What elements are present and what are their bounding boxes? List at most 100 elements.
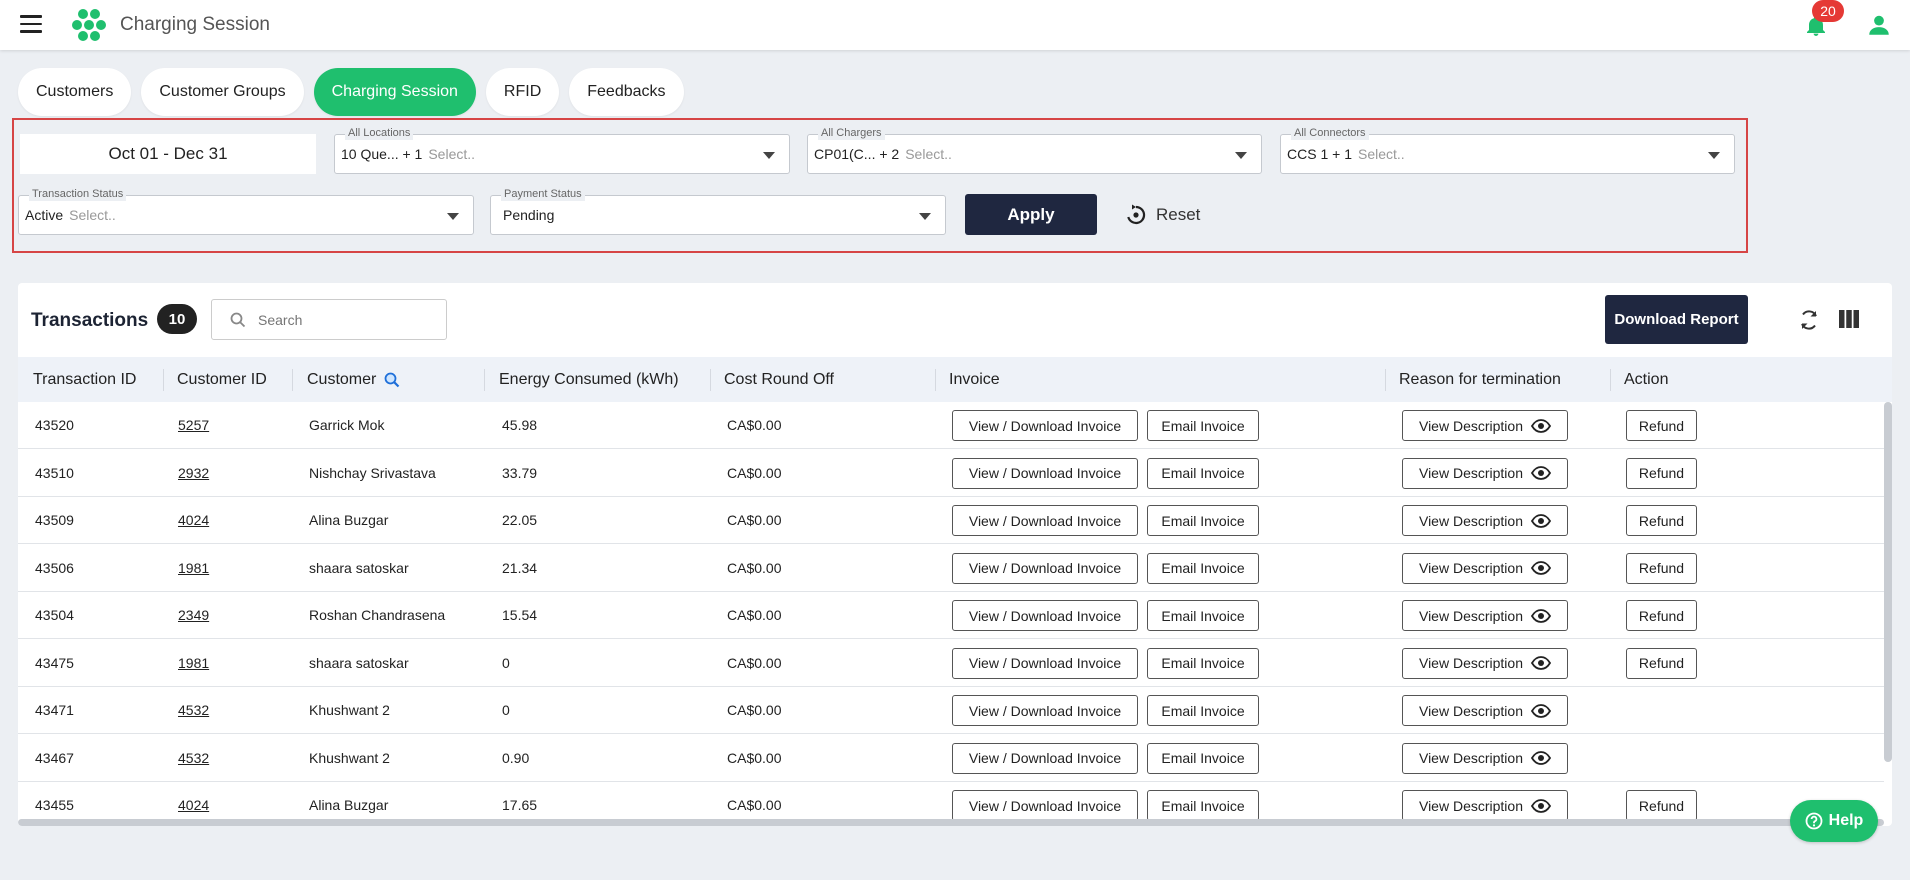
view-description-label: View Description (1418, 797, 1523, 814)
column-divider (710, 369, 711, 391)
energy-cell: 0.90 (502, 749, 530, 766)
transaction-id-cell: 43520 (35, 417, 74, 433)
customer-id-link[interactable]: 4532 (178, 735, 209, 782)
download-report-button[interactable]: Download Report (1605, 295, 1748, 344)
view-download-invoice-button[interactable]: View / Download Invoice (952, 742, 1138, 774)
date-range-picker[interactable]: Oct 01 - Dec 31 (20, 134, 316, 174)
table-row: 43506 1981 shaara satoskar 21.34 CA$0.00 View… (18, 545, 1884, 592)
customer-id-link[interactable]: 2932 (178, 450, 209, 497)
tab-customers[interactable]: Customers (18, 68, 132, 116)
column-divider (1385, 369, 1386, 391)
cost-cell: CA$0.00 (727, 512, 782, 528)
view-download-invoice-button[interactable]: View / Download Invoice (952, 790, 1138, 821)
view-description-button[interactable]: View Description (1402, 600, 1568, 631)
table-row: 43520 5257 Garrick Mok 45.98 CA$0.00 View / D… (18, 402, 1884, 449)
customer-id-link[interactable]: 4532 (178, 687, 209, 734)
transaction-status-label: Transaction Status (29, 188, 127, 201)
email-invoice-button[interactable]: Email Invoice (1147, 457, 1259, 489)
vertical-scrollbar[interactable] (1884, 402, 1892, 762)
refund-button[interactable]: Refund (1626, 600, 1697, 631)
customer-id-link[interactable]: 4024 (178, 497, 209, 544)
email-invoice-button[interactable]: Email Invoice (1147, 695, 1259, 726)
search-input[interactable] (258, 309, 438, 331)
connectors-select[interactable]: All Connectors CCS 1 + 1 Select.. (1280, 127, 1735, 174)
email-invoice-button[interactable]: Email Invoice (1147, 410, 1259, 441)
view-download-invoice-button[interactable]: View / Download Invoice (952, 695, 1138, 726)
tab-rfid[interactable]: RFID (485, 68, 560, 116)
view-download-invoice-button[interactable]: View / Download Invoice (952, 457, 1138, 489)
locations-select[interactable]: All Locations 10 Que... + 1 Select.. (334, 127, 790, 174)
table-header: Transaction ID Customer ID Customer Ener… (18, 357, 1892, 402)
reset-icon (1127, 204, 1146, 225)
view-download-invoice-button[interactable]: View / Download Invoice (952, 410, 1138, 441)
view-download-invoice-button[interactable]: View / Download Invoice (952, 600, 1138, 631)
refund-button[interactable]: Refund (1626, 647, 1697, 679)
column-header-cost[interactable]: Cost Round Off (724, 357, 834, 402)
transaction-status-select[interactable]: Transaction Status Active Select.. (18, 188, 474, 235)
help-button[interactable]: Help (1790, 800, 1878, 842)
refund-button[interactable]: Refund (1626, 505, 1697, 536)
refund-button[interactable]: Refund (1626, 552, 1697, 584)
horizontal-scrollbar[interactable] (18, 819, 1884, 826)
menu-icon[interactable] (20, 15, 42, 33)
locations-value: 10 Que... + 1 Select.. (341, 146, 476, 162)
view-download-invoice-button[interactable]: View / Download Invoice (952, 647, 1138, 679)
chevron-down-icon (919, 213, 931, 220)
refund-button[interactable]: Refund (1626, 790, 1697, 821)
columns-icon[interactable] (1839, 310, 1859, 328)
view-description-button[interactable]: View Description (1402, 742, 1568, 774)
customer-id-link[interactable]: 5257 (178, 402, 209, 449)
column-header-transaction-id[interactable]: Transaction ID (33, 357, 136, 402)
email-invoice-button[interactable]: Email Invoice (1147, 552, 1259, 584)
tab-customer-groups[interactable]: Customer Groups (141, 68, 304, 116)
view-download-invoice-button[interactable]: View / Download Invoice (952, 552, 1138, 584)
email-invoice-button[interactable]: Email Invoice (1147, 790, 1259, 821)
tab-feedbacks[interactable]: Feedbacks (569, 68, 684, 116)
customer-id-link[interactable]: 1981 (178, 545, 209, 592)
view-description-button[interactable]: View Description (1402, 790, 1568, 821)
column-divider (484, 369, 485, 391)
apply-button[interactable]: Apply (965, 194, 1097, 235)
email-invoice-button[interactable]: Email Invoice (1147, 505, 1259, 536)
email-invoice-button[interactable]: Email Invoice (1147, 600, 1259, 631)
chevron-down-icon (447, 213, 459, 220)
email-invoice-button[interactable]: Email Invoice (1147, 647, 1259, 679)
transaction-id-cell: 43506 (35, 559, 74, 576)
view-description-button[interactable]: View Description (1402, 505, 1568, 536)
reset-button[interactable]: Reset (1124, 200, 1200, 230)
column-header-action[interactable]: Action (1624, 357, 1668, 402)
refund-button[interactable]: Refund (1626, 410, 1697, 441)
chargers-select[interactable]: All Chargers CP01(C... + 2 Select.. (807, 127, 1262, 174)
tab-charging-session[interactable]: Charging Session (313, 68, 476, 116)
refresh-icon[interactable] (1797, 308, 1821, 332)
payment-status-select[interactable]: Payment Status Pending (490, 188, 946, 235)
customer-id-link[interactable]: 1981 (178, 640, 209, 687)
view-description-button[interactable]: View Description (1402, 647, 1568, 679)
view-download-invoice-button[interactable]: View / Download Invoice (952, 505, 1138, 536)
column-header-energy[interactable]: Energy Consumed (kWh) (499, 357, 679, 402)
search-field[interactable] (211, 299, 447, 340)
view-description-button[interactable]: View Description (1402, 457, 1568, 489)
view-description-label: View Description (1418, 750, 1523, 766)
column-header-customer-id[interactable]: Customer ID (177, 357, 267, 402)
notification-badge: 20 (1812, 0, 1844, 22)
energy-cell: 15.54 (502, 607, 538, 623)
customer-name-cell: Khushwant 2 (309, 702, 390, 718)
user-icon[interactable] (1866, 12, 1892, 38)
column-header-customer[interactable]: Customer (307, 357, 400, 402)
view-description-label: View Description (1418, 465, 1523, 481)
eye-icon (1531, 798, 1551, 813)
view-description-button[interactable]: View Description (1402, 552, 1568, 584)
column-header-reason[interactable]: Reason for termination (1399, 357, 1561, 402)
view-description-button[interactable]: View Description (1402, 695, 1568, 726)
column-divider (935, 369, 936, 391)
transaction-id-cell: 43475 (35, 654, 74, 671)
customer-id-link[interactable]: 2349 (178, 592, 209, 639)
refund-button[interactable]: Refund (1626, 457, 1697, 489)
view-description-button[interactable]: View Description (1402, 410, 1568, 441)
column-header-invoice[interactable]: Invoice (949, 357, 1000, 402)
customer-name-cell: Garrick Mok (309, 417, 385, 433)
email-invoice-button[interactable]: Email Invoice (1147, 742, 1259, 774)
customer-name-cell: Nishchay Srivastava (309, 464, 436, 481)
search-icon[interactable] (384, 372, 400, 388)
